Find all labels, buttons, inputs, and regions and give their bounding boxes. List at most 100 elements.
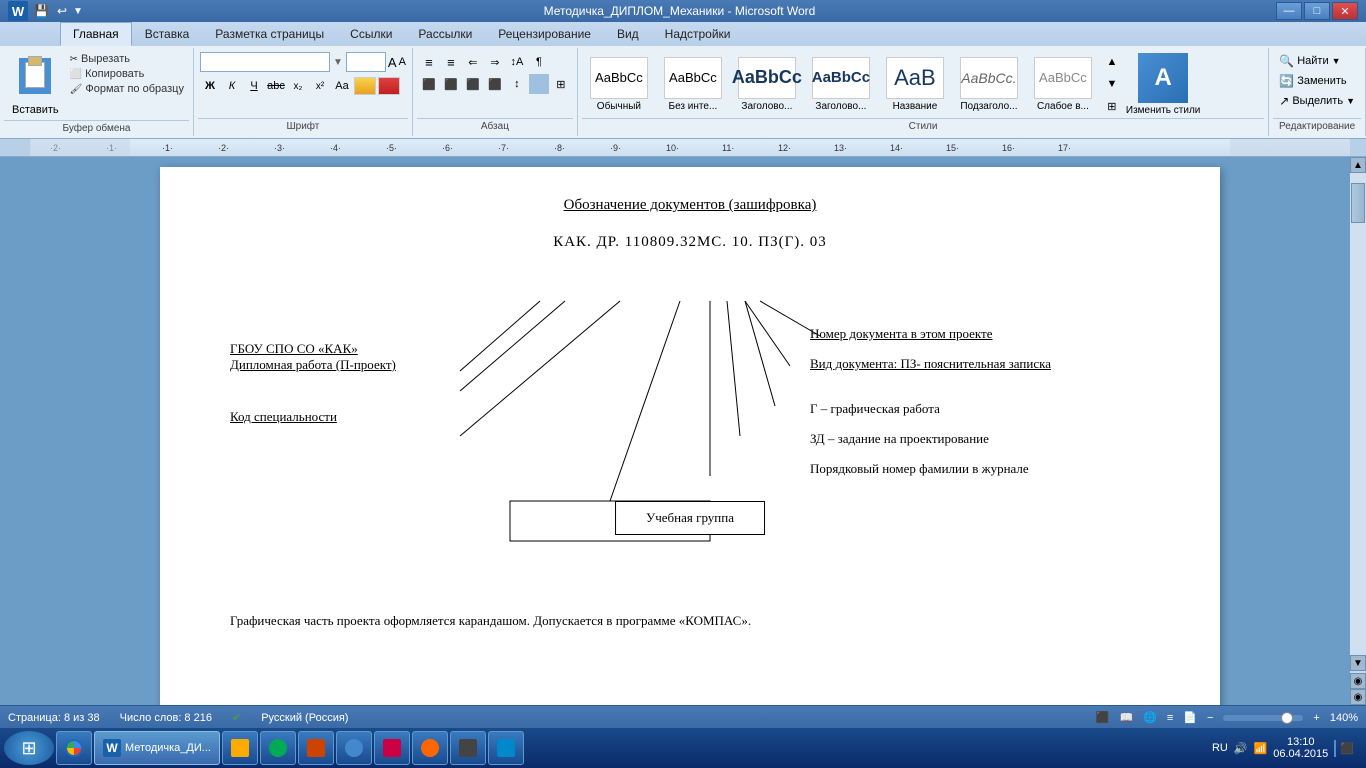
align-center-button[interactable]: ⬛ <box>441 74 461 94</box>
shading-button[interactable] <box>529 74 549 94</box>
style-title-preview: AaB <box>886 57 944 99</box>
tab-page-layout[interactable]: Разметка страницы <box>202 22 337 46</box>
taskbar-item-10[interactable] <box>488 731 524 765</box>
style-weak[interactable]: AaBbCc Слабое в... <box>1028 55 1098 114</box>
zoom-out-button[interactable]: − <box>1207 712 1213 724</box>
superscript-button[interactable]: x² <box>310 76 330 96</box>
close-button[interactable]: ✕ <box>1332 2 1358 20</box>
align-justify-button[interactable]: ⬛ <box>485 74 505 94</box>
scroll-down-button[interactable]: ▼ <box>1350 655 1366 671</box>
taskbar-item-3[interactable] <box>222 731 258 765</box>
maximize-button[interactable]: □ <box>1304 2 1330 20</box>
align-right-button[interactable]: ⬛ <box>463 74 483 94</box>
styles-up-button[interactable]: ▲ <box>1102 52 1122 72</box>
taskbar-chrome[interactable] <box>56 731 92 765</box>
tab-review[interactable]: Рецензирование <box>485 22 604 46</box>
style-no-spacing[interactable]: AaBbCc Без инте... <box>658 55 728 114</box>
view-draft-button[interactable]: 📄 <box>1183 711 1197 724</box>
taskbar-item-5[interactable] <box>298 731 334 765</box>
cut-button[interactable]: ✂ Вырезать <box>67 52 187 66</box>
svg-text:·8·: ·8· <box>554 143 565 153</box>
unordered-list-button[interactable]: ≡ <box>419 52 439 72</box>
taskbar-item-6[interactable] <box>336 731 372 765</box>
ordered-list-button[interactable]: ≡ <box>441 52 461 72</box>
style-heading1-preview: AaBbCc <box>738 57 796 99</box>
select-button[interactable]: ↗ Выделить ▼ <box>1275 92 1359 110</box>
format-painter-button[interactable]: 🖌 Формат по образцу <box>67 82 187 96</box>
scroll-up-button[interactable]: ▲ <box>1350 157 1366 173</box>
zoom-in-button[interactable]: + <box>1313 712 1319 724</box>
taskbar-item-9[interactable] <box>450 731 486 765</box>
view-reading-button[interactable]: 📖 <box>1119 711 1133 724</box>
italic-button[interactable]: К <box>222 76 242 96</box>
style-heading1[interactable]: AaBbCc Заголово... <box>732 55 802 114</box>
replace-button[interactable]: 🔄 Заменить <box>1275 72 1350 90</box>
style-title[interactable]: AaB Название <box>880 55 950 114</box>
font-style-row: Ж К Ч abc x₂ x² Аа <box>200 76 400 96</box>
font-size-decrease-icon[interactable]: A <box>399 56 406 68</box>
quick-access-dropdown[interactable]: ▼ <box>73 6 83 17</box>
font-size-down-icon: ▼ <box>333 57 343 68</box>
ribbon-tabs: Главная Вставка Разметка страницы Ссылки… <box>0 22 1366 46</box>
minimize-button[interactable]: — <box>1276 2 1302 20</box>
quick-access-undo[interactable]: ↩ <box>55 2 69 20</box>
view-normal-button[interactable]: ⬛ <box>1096 711 1110 724</box>
copy-button[interactable]: ⬜ Копировать <box>67 67 187 81</box>
style-heading2[interactable]: AaBbCc Заголово... <box>806 55 876 114</box>
view-outline-button[interactable]: ≡ <box>1167 712 1173 724</box>
change-styles-button[interactable]: A <box>1138 53 1188 103</box>
styles-more-button[interactable]: ⊞ <box>1102 96 1122 116</box>
tab-view[interactable]: Вид <box>604 22 652 46</box>
border-button[interactable]: ⊞ <box>551 74 571 94</box>
tab-insert[interactable]: Вставка <box>132 22 203 46</box>
font-size-input[interactable]: 14 <box>346 52 386 72</box>
paste-button[interactable]: Вставить <box>6 52 65 118</box>
taskbar-right: RU 🔊 📶 13:10 06.04.2015 ⬛ <box>1212 736 1362 760</box>
underline-button[interactable]: Ч <box>244 76 264 96</box>
subscript-button[interactable]: x₂ <box>288 76 308 96</box>
taskbar-icon-7 <box>383 739 401 757</box>
bold-button[interactable]: Ж <box>200 76 220 96</box>
zoom-slider[interactable] <box>1223 715 1303 721</box>
font-size-increase-icon[interactable]: A <box>388 55 397 70</box>
paragraph-label: Абзац <box>417 118 573 134</box>
ruler-marks: ·2· ·1· ·1· ·2· ·3· ·4· ·5· ·6· ·7· ·8· … <box>30 139 1350 156</box>
indent-increase-button[interactable]: ⇒ <box>485 52 505 72</box>
taskbar-word[interactable]: W Методичка_ДИ... <box>94 731 220 765</box>
find-button[interactable]: 🔍 Найти ▼ <box>1275 52 1344 70</box>
word-icon[interactable]: W <box>8 1 28 21</box>
case-button[interactable]: Аа <box>332 76 352 96</box>
line-spacing-button[interactable]: ↕ <box>507 74 527 94</box>
tab-mailings[interactable]: Рассылки <box>405 22 485 46</box>
taskbar-item-8[interactable] <box>412 731 448 765</box>
show-marks-button[interactable]: ¶ <box>529 52 549 72</box>
scroll-thumb[interactable] <box>1351 183 1365 223</box>
style-subtitle[interactable]: AaBbCc. Подзаголо... <box>954 55 1024 114</box>
statusbar-right: ⬛ 📖 🌐 ≡ 📄 − + 140% <box>1096 711 1358 724</box>
indent-decrease-button[interactable]: ⇐ <box>463 52 483 72</box>
tab-references[interactable]: Ссылки <box>337 22 405 46</box>
font-name-input[interactable]: Times New Roman <box>200 52 330 72</box>
align-left-button[interactable]: ⬛ <box>419 74 439 94</box>
clipboard-small-buttons: ✂ Вырезать ⬜ Копировать 🖌 Формат по обра… <box>67 52 187 96</box>
strikethrough-button[interactable]: abc <box>266 76 286 96</box>
style-normal[interactable]: AaBbCc Обычный <box>584 55 654 114</box>
taskbar-item-4[interactable] <box>260 731 296 765</box>
taskbar-item-7[interactable] <box>374 731 410 765</box>
styles-down-button[interactable]: ▼ <box>1102 74 1122 94</box>
scroll-track[interactable] <box>1350 173 1366 655</box>
quick-access-save[interactable]: 💾 <box>32 2 51 20</box>
document-area[interactable]: Обозначение документов (зашифровка) КАК.… <box>30 157 1350 705</box>
sort-button[interactable]: ↕A <box>507 52 527 72</box>
show-desktop-button[interactable]: ⬛ <box>1334 740 1358 757</box>
font-color-button[interactable] <box>378 77 400 95</box>
right-scrollbar[interactable]: ▲ ▼ ◉ ◉ <box>1350 157 1366 705</box>
view-web-button[interactable]: 🌐 <box>1143 711 1157 724</box>
tab-addins[interactable]: Надстройки <box>652 22 744 46</box>
scroll-prev-page-button[interactable]: ◉ <box>1350 673 1366 689</box>
scroll-next-page-button[interactable]: ◉ <box>1350 689 1366 705</box>
taskbar-icon-6 <box>345 739 363 757</box>
tab-home[interactable]: Главная <box>60 22 132 46</box>
start-button[interactable]: ⊞ <box>4 731 54 765</box>
highlight-button[interactable] <box>354 77 376 95</box>
